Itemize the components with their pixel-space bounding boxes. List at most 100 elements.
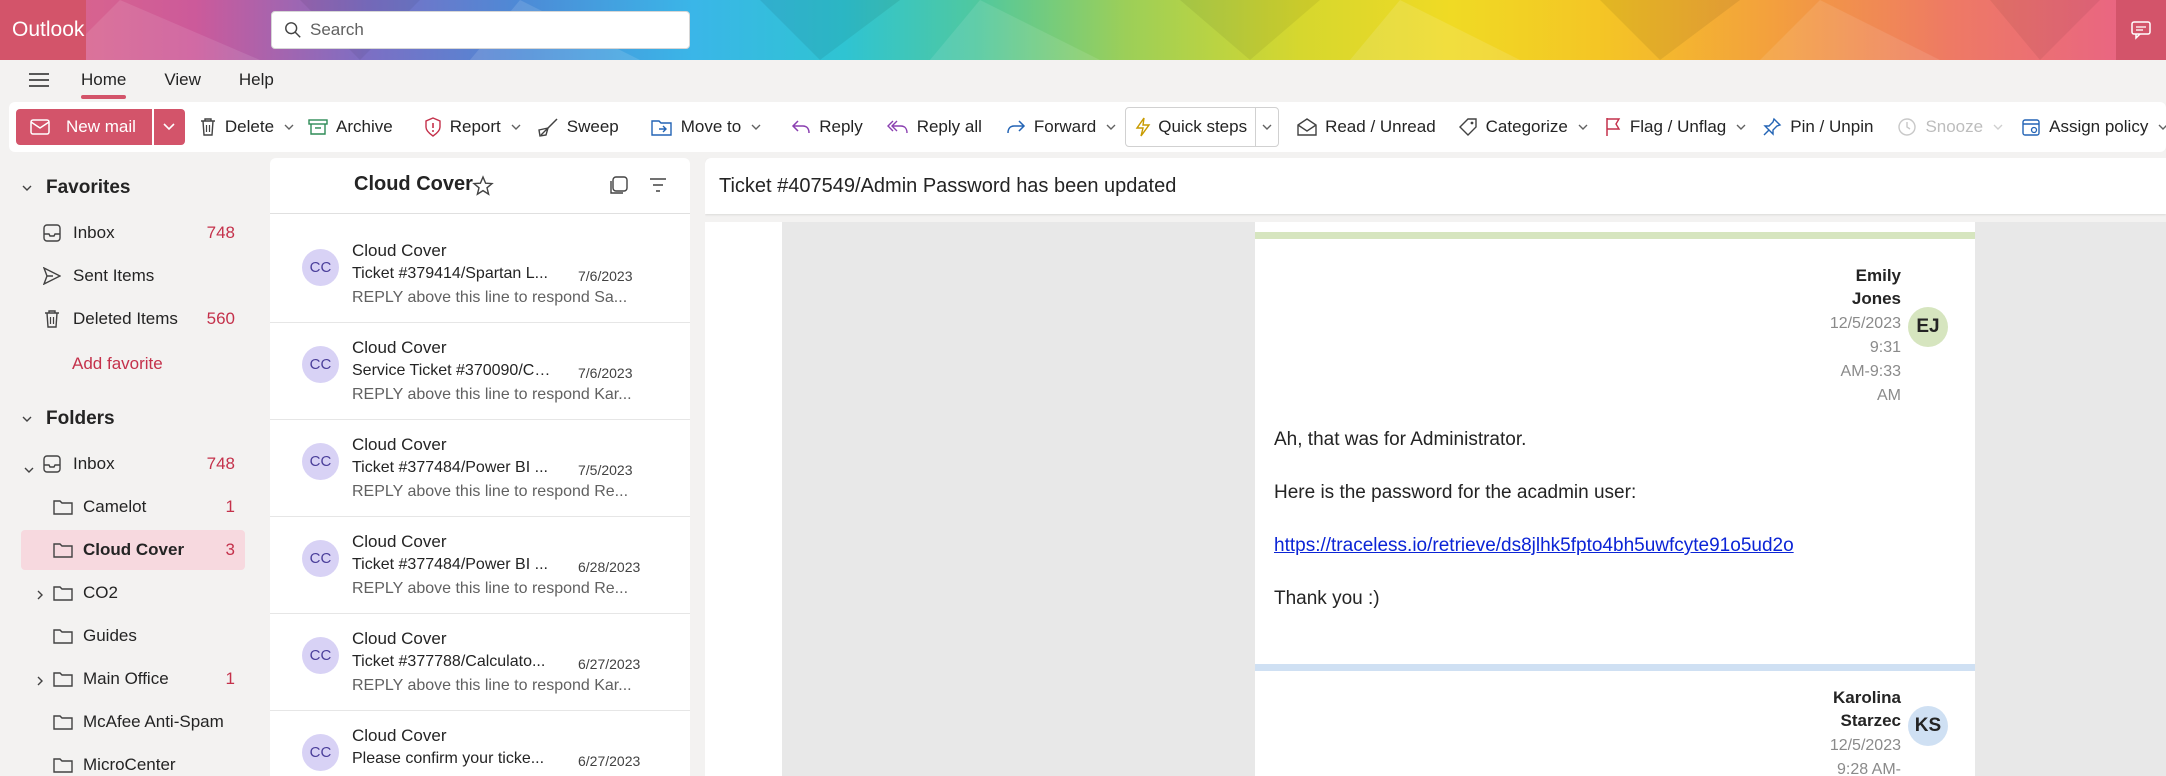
avatar[interactable]: KS xyxy=(1908,706,1948,746)
unread-count: 1 xyxy=(225,669,235,688)
chevron-down-icon xyxy=(22,416,32,422)
inbox-icon xyxy=(43,455,61,473)
archive-button[interactable]: Archive xyxy=(308,117,393,137)
folder-label: McAfee Anti-Spam xyxy=(83,712,224,731)
message-subject: Ticket #379414/Spartan L... xyxy=(352,265,548,282)
chevron-right-icon[interactable] xyxy=(37,671,43,691)
folder-item-inbox[interactable]: Inbox 748 xyxy=(21,444,245,484)
message-row[interactable]: CC Cloud Cover Ticket #377788/Calculato.… xyxy=(270,614,690,711)
message-row[interactable]: CC Cloud Cover Ticket #379414/Spartan L.… xyxy=(270,226,690,323)
star-icon[interactable] xyxy=(472,175,494,202)
reply-button[interactable]: Reply xyxy=(791,117,863,137)
folder-label: Main Office xyxy=(83,669,169,688)
folder-icon xyxy=(53,499,73,515)
quick-steps-button[interactable]: Quick steps xyxy=(1126,108,1257,146)
chevron-down-icon[interactable] xyxy=(1106,124,1116,130)
chevron-down-icon xyxy=(1262,124,1272,130)
message-list-header: Cloud Cover xyxy=(270,158,690,214)
chevron-down-icon[interactable] xyxy=(1736,124,1746,130)
favorite-item-deleted-items[interactable]: Deleted Items 560 xyxy=(21,299,245,339)
chevron-down-icon[interactable] xyxy=(24,458,34,478)
search-input[interactable] xyxy=(310,20,670,40)
pin-unpin-button[interactable]: Pin / Unpin xyxy=(1762,117,1873,137)
message-body-line: Ah, that was for Administrator. xyxy=(1274,429,1527,450)
folder-item-cloud-cover[interactable]: Cloud Cover 3 xyxy=(21,530,245,570)
new-mail-button[interactable]: New mail xyxy=(16,109,152,145)
report-button[interactable]: Report xyxy=(424,117,521,137)
feedback-button[interactable] xyxy=(2116,0,2166,60)
categorize-button[interactable]: Categorize xyxy=(1458,117,1588,137)
chevron-down-icon[interactable] xyxy=(511,124,521,130)
chevron-down-icon[interactable] xyxy=(751,124,761,130)
forward-button[interactable]: Forward xyxy=(1006,117,1116,137)
folder-item-microcenter[interactable]: MicroCenter xyxy=(21,745,245,776)
message-sender-name[interactable]: Emily Jones xyxy=(1852,264,1901,310)
select-mode-icon[interactable] xyxy=(608,176,628,201)
sweep-button[interactable]: Sweep xyxy=(537,117,619,137)
search-box[interactable] xyxy=(271,11,690,49)
filter-icon[interactable] xyxy=(649,177,667,198)
folder-item-guides[interactable]: Guides xyxy=(21,616,245,656)
message-sender-name[interactable]: Karolina Starzec xyxy=(1833,686,1901,732)
tab-help[interactable]: Help xyxy=(239,60,274,100)
message-row[interactable]: CC Cloud Cover Please confirm your ticke… xyxy=(270,711,690,776)
chevron-right-icon[interactable] xyxy=(37,585,43,605)
message-sender: Cloud Cover xyxy=(352,241,447,260)
message-preview: REPLY above this line to respond Sa... xyxy=(352,289,628,306)
folder-item-mcafee-anti-spam[interactable]: McAfee Anti-Spam xyxy=(21,702,245,742)
add-favorite-link[interactable]: Add favorite xyxy=(72,354,163,374)
move-to-button[interactable]: Move to xyxy=(651,117,761,137)
avatar[interactable]: EJ xyxy=(1908,307,1948,347)
reply-all-button[interactable]: Reply all xyxy=(886,117,982,137)
snooze-button[interactable]: Snooze xyxy=(1897,117,2003,137)
message-link[interactable]: https://traceless.io/retrieve/ds8jlhk5fp… xyxy=(1274,535,1794,557)
message-sender: Cloud Cover xyxy=(352,435,447,454)
message-timestamp: 12/5/2023 9:28 AM- xyxy=(1811,734,1901,776)
message-row[interactable]: CC Cloud Cover Ticket #377484/Power BI .… xyxy=(270,517,690,614)
favorite-item-inbox[interactable]: Inbox 748 xyxy=(21,213,245,253)
favorite-item-sent-items[interactable]: Sent Items xyxy=(21,256,245,296)
forward-icon xyxy=(1007,120,1025,134)
app-name[interactable]: Outlook xyxy=(0,0,86,60)
folder-move-icon xyxy=(651,120,672,136)
folder-item-camelot[interactable]: Camelot 1 xyxy=(21,487,245,527)
tag-icon xyxy=(1458,118,1477,136)
message-date: 6/28/2023 xyxy=(578,559,641,575)
chevron-down-icon[interactable] xyxy=(2158,124,2166,130)
hamburger-icon[interactable] xyxy=(27,71,51,89)
chevron-down-icon[interactable] xyxy=(284,124,294,130)
favorites-title: Favorites xyxy=(46,177,131,198)
read-unread-button[interactable]: Read / Unread xyxy=(1297,117,1436,137)
folder-label: Guides xyxy=(83,626,137,645)
folder-label: Deleted Items xyxy=(73,309,178,328)
folders-header[interactable]: Folders xyxy=(22,408,115,430)
flag-unflag-button[interactable]: Flag / Unflag xyxy=(1604,117,1746,137)
folder-item-main-office[interactable]: Main Office 1 xyxy=(21,659,245,699)
tab-view[interactable]: View xyxy=(164,60,201,100)
reading-pane-header: Ticket #407549/Admin Password has been u… xyxy=(705,158,2166,214)
message-card: Emily Jones 12/5/2023 9:31 AM-9:33 AM EJ… xyxy=(1255,222,1975,652)
pin-unpin-label: Pin / Unpin xyxy=(1790,117,1874,136)
message-subject: Ticket #377484/Power BI ... xyxy=(352,459,548,476)
folder-pane: Favorites Inbox 748 Sent Items Deleted I… xyxy=(0,158,268,776)
folder-icon xyxy=(53,671,73,687)
assign-policy-button[interactable]: Assign policy xyxy=(2021,117,2166,137)
message-sender: Cloud Cover xyxy=(352,629,447,648)
message-row[interactable]: CC Cloud Cover Service Ticket #370090/Ca… xyxy=(270,323,690,420)
message-list-pane: Cloud Cover CC Cloud Cover Ticket #37941… xyxy=(270,158,690,776)
folder-label: Inbox xyxy=(73,223,115,242)
chevron-down-icon[interactable] xyxy=(1578,124,1588,130)
message-row[interactable]: CC Cloud Cover Ticket #377484/Power BI .… xyxy=(270,420,690,517)
delete-button[interactable]: Delete xyxy=(199,117,294,137)
message-list-title: Cloud Cover xyxy=(354,173,473,195)
reply-icon xyxy=(792,120,810,134)
quick-steps-dropdown[interactable] xyxy=(1256,124,1278,130)
new-mail-dropdown[interactable] xyxy=(153,109,185,145)
favorites-header[interactable]: Favorites xyxy=(22,177,130,199)
message-subject: Service Ticket #370090/Ca... xyxy=(352,362,552,379)
conversation-body: Emily Jones 12/5/2023 9:31 AM-9:33 AM EJ… xyxy=(705,222,2166,776)
folder-item-co2[interactable]: CO2 xyxy=(21,573,245,613)
message-date: 7/6/2023 xyxy=(578,365,633,381)
unread-count: 560 xyxy=(206,309,235,328)
tab-home[interactable]: Home xyxy=(81,60,127,100)
